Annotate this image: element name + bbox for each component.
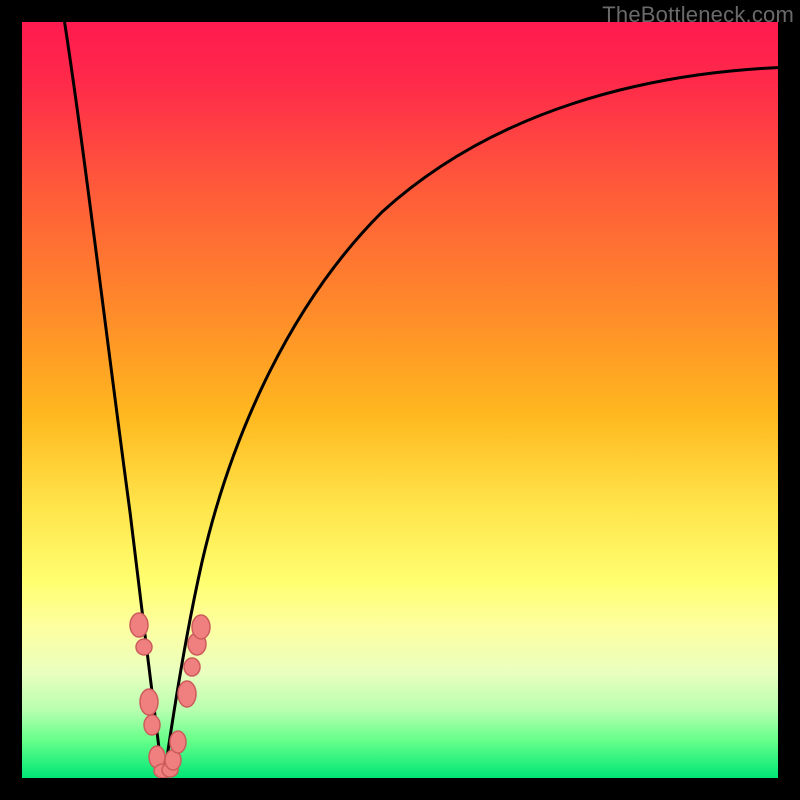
point-cluster bbox=[130, 613, 210, 778]
chart-frame: TheBottleneck.com bbox=[0, 0, 800, 800]
pt bbox=[140, 689, 158, 715]
left-curve bbox=[63, 22, 164, 778]
chart-svg bbox=[22, 22, 778, 778]
pt bbox=[130, 613, 148, 637]
pt bbox=[136, 639, 152, 655]
watermark-text: TheBottleneck.com bbox=[602, 2, 794, 28]
pt bbox=[184, 658, 200, 676]
right-curve bbox=[164, 67, 778, 778]
pt bbox=[178, 681, 196, 707]
pt bbox=[192, 615, 210, 639]
plot-area bbox=[22, 22, 778, 778]
pt bbox=[144, 715, 160, 735]
pt bbox=[170, 731, 186, 753]
